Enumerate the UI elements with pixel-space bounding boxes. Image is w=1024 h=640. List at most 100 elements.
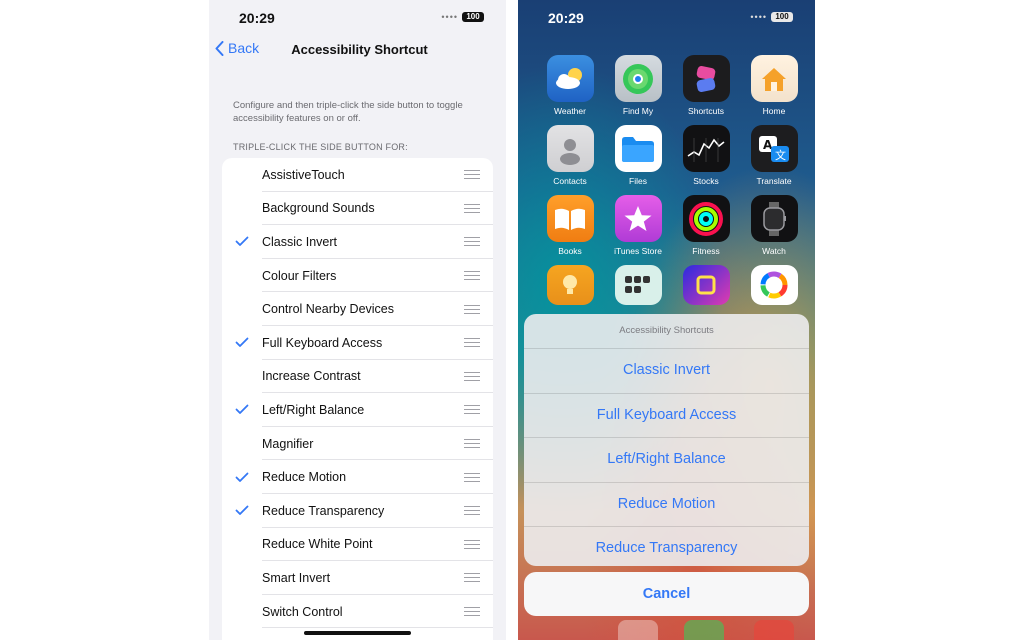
- reorder-handle-icon[interactable]: [464, 506, 480, 516]
- app-label: Contacts: [553, 176, 587, 186]
- list-item[interactable]: Magnifier: [222, 427, 493, 461]
- itunes-store-icon: [614, 195, 662, 242]
- status-indicators: •••• 100: [441, 12, 484, 22]
- app-partial[interactable]: [536, 265, 604, 305]
- list-item[interactable]: Reduce White Point: [222, 528, 493, 562]
- app-label: Stocks: [693, 176, 719, 186]
- dock-hint: [618, 620, 658, 640]
- battery-icon: 100: [771, 12, 793, 22]
- checkmark-icon: [235, 237, 249, 247]
- item-label: Reduce Transparency: [262, 503, 385, 518]
- app-grid: Weather Find My Shortcuts Home Contacts …: [536, 55, 798, 305]
- app-fitness[interactable]: Fitness: [672, 195, 740, 256]
- check-slot: [222, 337, 262, 348]
- reorder-handle-icon[interactable]: [464, 304, 480, 314]
- home-indicator[interactable]: [304, 631, 411, 635]
- list-item[interactable]: Background Sounds: [222, 192, 493, 226]
- list-item[interactable]: Reduce Motion: [222, 460, 493, 494]
- home-screen: 20:29 •••• 100 Weather Find My Shortcuts…: [518, 0, 815, 640]
- watch-icon: [750, 195, 798, 242]
- app-partial[interactable]: [604, 265, 672, 305]
- app-label: Books: [558, 246, 582, 256]
- check-slot: [222, 505, 262, 516]
- sheet-option-classic-invert[interactable]: Classic Invert: [524, 349, 809, 394]
- app-icon-generic: [682, 265, 730, 305]
- status-bar: 20:29 •••• 100: [209, 0, 506, 34]
- svg-text:文: 文: [775, 148, 786, 162]
- app-books[interactable]: Books: [536, 195, 604, 256]
- item-label: Full Keyboard Access: [262, 335, 383, 350]
- navigation-bar: Back Accessibility Shortcut: [209, 38, 506, 64]
- reorder-handle-icon[interactable]: [464, 237, 480, 247]
- dock-hint: [754, 620, 794, 640]
- app-stocks[interactable]: Stocks: [672, 125, 740, 186]
- list-item[interactable]: AssistiveTouch: [222, 158, 493, 192]
- fitness-icon: [682, 195, 730, 242]
- shortcuts-icon: [682, 55, 730, 102]
- app-partial[interactable]: [740, 265, 808, 305]
- item-label: Classic Invert: [262, 234, 338, 249]
- app-label: Weather: [554, 106, 586, 116]
- list-item[interactable]: Smart Invert: [222, 561, 493, 595]
- reorder-handle-icon[interactable]: [464, 539, 480, 549]
- app-itunes-store[interactable]: iTunes Store: [604, 195, 672, 256]
- app-shortcuts[interactable]: Shortcuts: [672, 55, 740, 116]
- list-item[interactable]: Full Keyboard Access: [222, 326, 493, 360]
- app-files[interactable]: Files: [604, 125, 672, 186]
- checkmark-icon: [235, 405, 249, 415]
- sheet-option-left-right-balance[interactable]: Left/Right Balance: [524, 438, 809, 483]
- calculator-icon: [614, 265, 662, 305]
- color-wheel-icon: [750, 265, 798, 305]
- item-label: Control Nearby Devices: [262, 302, 394, 317]
- list-item[interactable]: Reduce Transparency: [222, 494, 493, 528]
- cancel-button[interactable]: Cancel: [524, 572, 809, 616]
- reorder-handle-icon[interactable]: [464, 607, 480, 617]
- item-label: AssistiveTouch: [262, 167, 345, 182]
- reorder-handle-icon[interactable]: [464, 405, 480, 415]
- list-item[interactable]: Increase Contrast: [222, 360, 493, 394]
- reorder-handle-icon[interactable]: [464, 271, 480, 281]
- list-item[interactable]: Left/Right Balance: [222, 393, 493, 427]
- lightbulb-icon: [546, 265, 594, 305]
- item-label: Reduce Motion: [262, 470, 347, 485]
- app-label: Translate: [756, 176, 792, 186]
- reorder-handle-icon[interactable]: [464, 371, 480, 381]
- sheet-title: Accessibility Shortcuts: [524, 314, 809, 349]
- list-item[interactable]: Switch Control: [222, 595, 493, 629]
- home-icon: [750, 55, 798, 102]
- reorder-handle-icon[interactable]: [464, 472, 480, 482]
- list-item[interactable]: Colour Filters: [222, 259, 493, 293]
- list-item[interactable]: Control Nearby Devices: [222, 292, 493, 326]
- app-weather[interactable]: Weather: [536, 55, 604, 116]
- checkmark-icon: [235, 337, 249, 348]
- reorder-handle-icon[interactable]: [464, 338, 480, 348]
- app-contacts[interactable]: Contacts: [536, 125, 604, 186]
- translate-icon: A 文: [750, 125, 798, 172]
- item-label: Switch Control: [262, 604, 343, 619]
- status-bar: 20:29 •••• 100: [518, 0, 815, 34]
- sheet-option-reduce-motion[interactable]: Reduce Motion: [524, 483, 809, 528]
- find-my-icon: [614, 55, 662, 102]
- reorder-handle-icon[interactable]: [464, 573, 480, 583]
- app-watch[interactable]: Watch: [740, 195, 808, 256]
- app-label: Home: [762, 106, 786, 116]
- check-slot: [222, 404, 262, 415]
- app-partial[interactable]: [672, 265, 740, 305]
- checkmark-icon: [235, 472, 249, 482]
- weather-icon: [546, 55, 594, 102]
- app-home[interactable]: Home: [740, 55, 808, 116]
- app-translate[interactable]: A 文 Translate: [740, 125, 808, 186]
- sheet-option-reduce-transparency[interactable]: Reduce Transparency: [524, 527, 809, 566]
- dock-hint: [684, 620, 724, 640]
- item-label: Smart Invert: [262, 570, 331, 585]
- list-item[interactable]: Classic Invert: [222, 225, 493, 259]
- reorder-handle-icon[interactable]: [464, 439, 480, 449]
- app-label: Watch: [762, 246, 786, 256]
- app-find-my[interactable]: Find My: [604, 55, 672, 116]
- signal-icon: ••••: [441, 12, 458, 22]
- reorder-handle-icon[interactable]: [464, 170, 480, 180]
- reorder-handle-icon[interactable]: [464, 203, 480, 213]
- item-label: Background Sounds: [262, 201, 375, 216]
- shortcut-options-list: AssistiveTouch Background Sounds Classic…: [222, 158, 493, 640]
- sheet-option-full-keyboard-access[interactable]: Full Keyboard Access: [524, 394, 809, 439]
